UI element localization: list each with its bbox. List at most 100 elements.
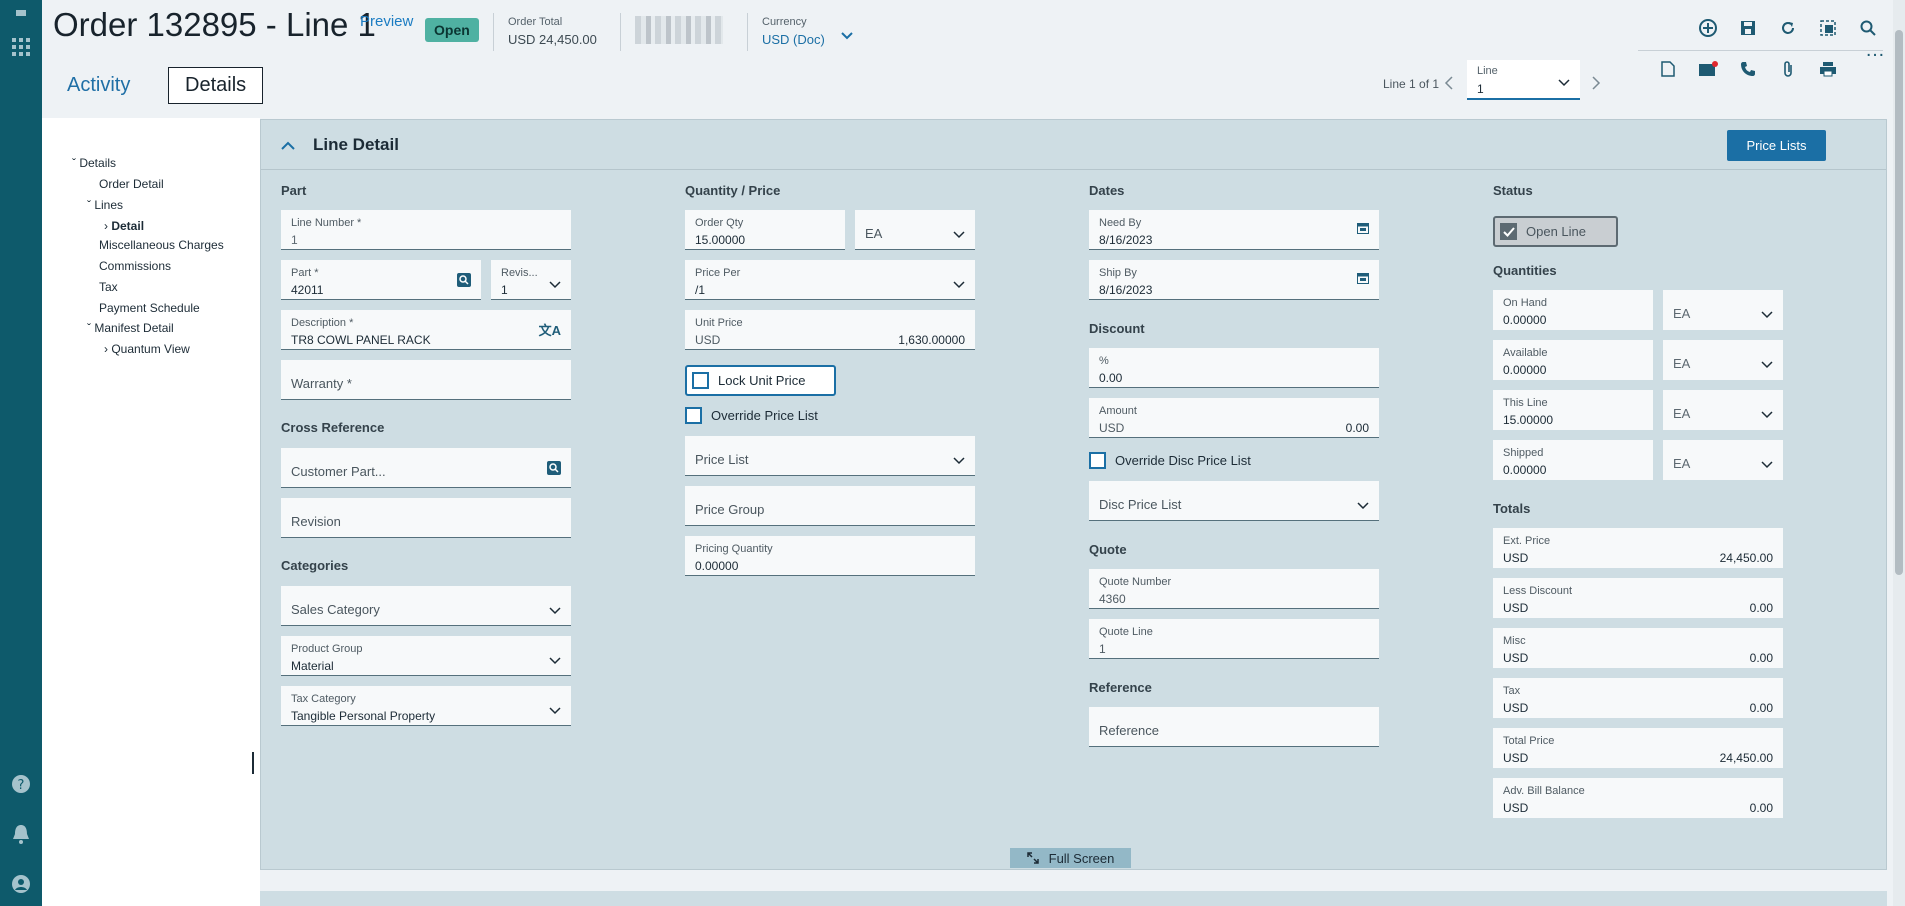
field-label: Available [1503,347,1548,359]
chevron-up-icon[interactable] [281,138,295,153]
tree-item-detail[interactable]: › Detail [104,219,144,233]
field-value: 1 [291,233,298,247]
tree-item-details[interactable]: ˇ Details [72,156,116,170]
field-placeholder: Price Group [695,502,765,517]
tax-category-select[interactable]: Tax Category Tangible Personal Property [281,686,571,726]
field-value: 0.00000 [1503,463,1547,477]
field-label: Tax [1503,685,1521,697]
notifications-bell-icon[interactable] [7,820,35,848]
less-discount-field: Less Discount USD 0.00 [1493,578,1783,618]
price-lists-button[interactable]: Price Lists [1727,130,1826,161]
product-group-select[interactable]: Product Group Material [281,636,571,676]
currency-value[interactable]: USD (Doc) [762,32,825,47]
warranty-field[interactable]: Warranty * [281,360,571,400]
field-label: Quote Number [1099,576,1172,588]
tree-item-commissions[interactable]: Commissions [99,259,171,273]
tree-item-manifest-detail[interactable]: ˇ Manifest Detail [87,321,174,335]
line-selector[interactable]: Line 1 [1467,60,1580,100]
print-icon[interactable] [1815,56,1841,82]
override-price-list-checkbox[interactable]: Override Price List [685,407,818,424]
unit-price-field[interactable]: Unit Price USD 1,630.00000 [685,310,975,350]
quote-line-field[interactable]: Quote Line 1 [1089,619,1379,659]
page-scrollbar[interactable] [1893,0,1905,906]
translate-icon[interactable]: 文A [539,320,561,339]
available-uom-select[interactable]: EA [1663,340,1783,380]
field-value: 24,450.00 [1719,551,1773,565]
reference-field[interactable]: Reference [1089,707,1379,747]
currency-code: USD [1503,651,1529,665]
sales-category-select[interactable]: Sales Category [281,586,571,626]
chevron-down-icon [1357,498,1369,513]
part-field[interactable]: Part * 42011 [281,260,481,300]
order-qty-field[interactable]: Order Qty 15.00000 [685,210,845,250]
document-icon[interactable] [1655,56,1681,82]
pricing-quantity-field[interactable]: Pricing Quantity 0.00000 [685,536,975,576]
override-disc-price-list-checkbox[interactable]: Override Disc Price List [1089,452,1251,469]
attachment-icon[interactable] [1775,56,1801,82]
lookup-search-icon[interactable] [457,273,471,290]
ship-by-field[interactable]: Ship By 8/16/2023 [1089,260,1379,300]
description-field[interactable]: Description * TR8 COWL PANEL RACK 文A [281,310,571,350]
discount-percent-field[interactable]: % 0.00 [1089,348,1379,388]
tree-item-tax[interactable]: Tax [99,280,118,294]
tree-item-lines[interactable]: ˇ Lines [87,198,123,212]
order-uom-select[interactable]: EA [855,210,975,250]
user-profile-icon[interactable] [7,870,35,898]
calendar-icon[interactable] [1357,222,1369,237]
checkbox-box [685,407,702,424]
field-label: Price Per [695,267,741,279]
tree-item-quantum-view[interactable]: › Quantum View [104,342,190,356]
scrollbar-thumb[interactable] [1895,30,1903,575]
discount-amount-field[interactable]: Amount USD 0.00 [1089,398,1379,438]
tree-item-misc-charges[interactable]: Miscellaneous Charges [99,238,224,252]
phone-icon[interactable] [1735,56,1761,82]
tree-item-payment-schedule[interactable]: Payment Schedule [99,301,200,315]
disc-price-list-select[interactable]: Disc Price List [1089,481,1379,521]
shipped-uom-select[interactable]: EA [1663,440,1783,480]
divider [620,13,621,51]
field-placeholder: Disc Price List [1099,497,1182,512]
chevron-down-icon [549,703,561,718]
need-by-field[interactable]: Need By 8/16/2023 [1089,210,1379,250]
quote-number-field[interactable]: Quote Number 4360 [1089,569,1379,609]
chevron-down-icon[interactable] [841,28,853,43]
on-hand-uom-select[interactable]: EA [1663,290,1783,330]
app-rail: ? [0,0,42,906]
tab-activity[interactable]: Activity [67,67,130,104]
price-group-field[interactable]: Price Group [685,486,975,526]
preview-link[interactable]: Preview [360,13,413,30]
tree-item-order-detail[interactable]: Order Detail [99,177,164,191]
field-label: Part * [291,267,319,279]
chevron-down-icon [953,453,965,468]
field-label: Pricing Quantity [695,543,773,555]
add-new-icon[interactable] [1695,15,1721,41]
cross-ref-revision-field[interactable]: Revision [281,498,571,538]
this-line-uom-select[interactable]: EA [1663,390,1783,430]
home-icon[interactable] [7,0,35,28]
lookup-search-icon[interactable] [547,461,561,478]
price-list-select[interactable]: Price List [685,436,975,476]
apps-grid-icon[interactable] [7,33,35,61]
help-icon[interactable]: ? [7,770,35,798]
revision-select[interactable]: Revis... 1 [491,260,571,300]
refresh-icon[interactable] [1775,15,1801,41]
full-screen-button[interactable]: Full Screen [1010,848,1131,868]
lock-unit-price-checkbox[interactable]: Lock Unit Price [685,365,836,396]
previous-line-icon[interactable] [1444,76,1454,93]
line-number-field[interactable]: Line Number * 1 [281,210,571,250]
calendar-icon[interactable] [1357,272,1369,287]
save-icon[interactable] [1735,15,1761,41]
chevron-down-icon [1761,307,1773,322]
field-placeholder: Revision [291,514,341,529]
customer-part-field[interactable]: Customer Part... [281,448,571,488]
resize-handle[interactable] [252,752,254,774]
price-per-select[interactable]: Price Per /1 [685,260,975,300]
tab-details[interactable]: Details [168,67,264,104]
open-line-checkbox[interactable]: Open Line [1493,216,1618,247]
field-value: 4360 [1099,592,1126,606]
next-line-icon[interactable] [1591,76,1601,93]
checkbox-label: Lock Unit Price [718,373,806,388]
flagged-card-icon[interactable] [1695,56,1721,82]
next-panel-strip [260,891,1887,906]
select-region-icon[interactable] [1815,15,1841,41]
